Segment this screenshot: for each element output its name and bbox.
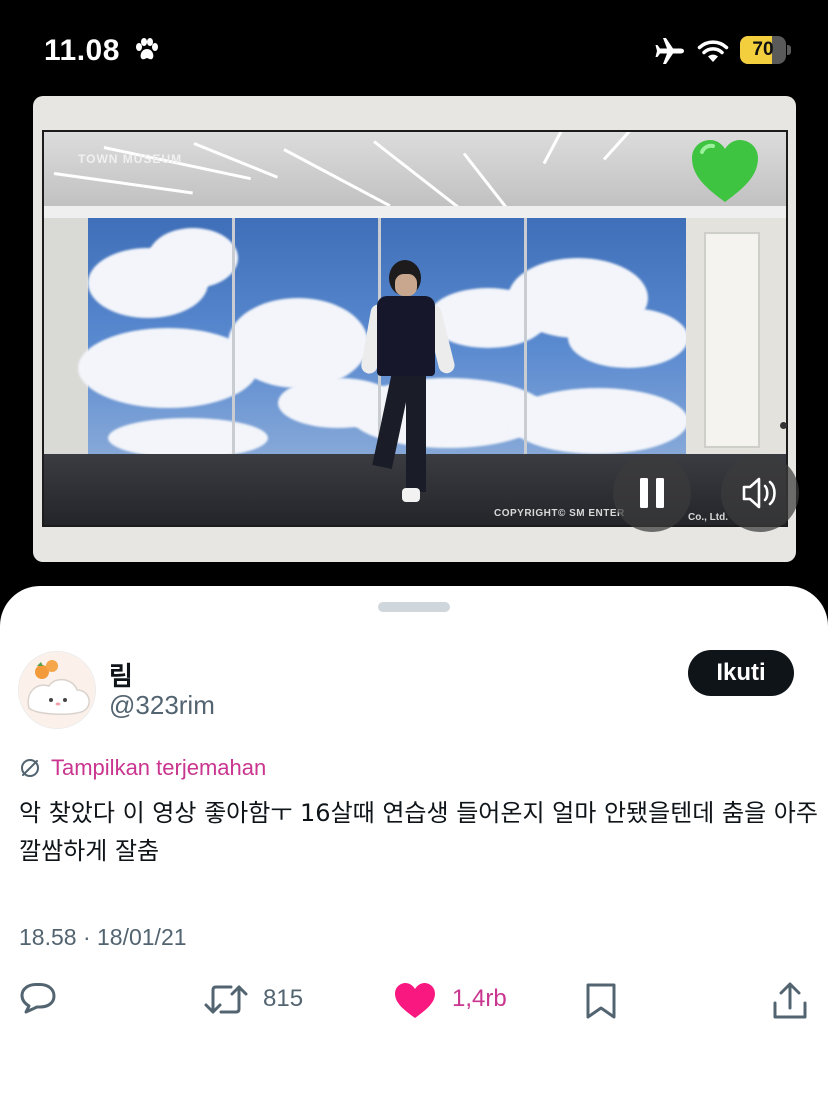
- avatar[interactable]: [18, 651, 96, 729]
- green-heart-icon: [692, 140, 758, 202]
- like-button[interactable]: 1,4rb: [394, 978, 524, 1022]
- status-time: 11.08: [44, 34, 120, 67]
- tweet-text: 악 찾았다 이 영상 좋아함ㅜ 16살때 연습생 들어온지 얼마 안됐을텐데 춤…: [19, 799, 818, 865]
- retweet-button[interactable]: 815: [203, 978, 323, 1022]
- heart-icon: [395, 983, 435, 1018]
- user-handle[interactable]: @323rim: [109, 690, 215, 721]
- avatar-image: [19, 652, 95, 728]
- bookmark-icon: [586, 983, 616, 1019]
- reply-icon: [20, 983, 56, 1014]
- battery-icon: 70: [740, 36, 792, 64]
- retweet-count: 815: [263, 985, 304, 1012]
- tweet-sheet: 림 @323rim Ikuti Tampilkan terjemahan 악 찾…: [0, 586, 828, 1107]
- pause-button[interactable]: [613, 454, 691, 532]
- video-watermark-top: TOWN MUSEUM: [78, 152, 183, 166]
- paw-icon: [136, 38, 158, 60]
- bookmark-button[interactable]: [584, 978, 620, 1022]
- battery-percent: 70: [752, 39, 774, 60]
- like-count: 1,4rb: [452, 985, 507, 1012]
- show-translation-link[interactable]: Tampilkan terjemahan: [51, 755, 266, 781]
- reply-button[interactable]: [19, 978, 59, 1022]
- wifi-icon: [697, 40, 729, 62]
- volume-button[interactable]: [721, 454, 799, 532]
- tweet-timestamp[interactable]: 18.58 · 18/01/21: [19, 924, 187, 951]
- video-watermark-copyright: COPYRIGHT© SM ENTER: [494, 508, 625, 519]
- airplane-icon: [655, 38, 684, 64]
- translate-icon: [21, 759, 39, 777]
- share-icon: [773, 982, 807, 1019]
- action-bar: 815 1,4rb: [0, 978, 828, 1022]
- pause-icon: [640, 478, 664, 508]
- follow-button[interactable]: Ikuti: [688, 650, 794, 696]
- volume-icon: [742, 477, 776, 509]
- share-button[interactable]: [772, 978, 810, 1022]
- sheet-grabber[interactable]: [378, 602, 450, 612]
- display-name[interactable]: 림: [109, 656, 133, 693]
- status-bar: 11.08 70: [0, 0, 828, 96]
- retweet-icon: [204, 985, 248, 1014]
